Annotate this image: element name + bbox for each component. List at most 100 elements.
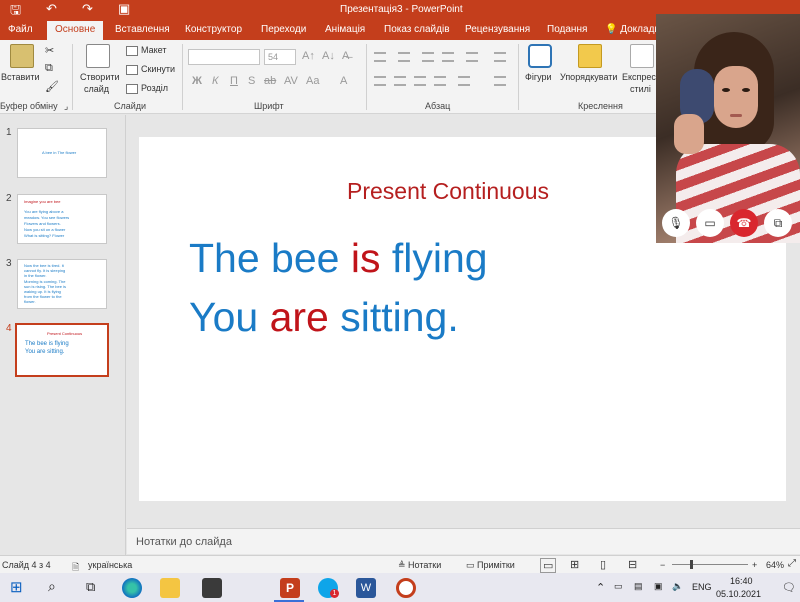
justify-icon[interactable] xyxy=(434,76,446,86)
word-icon[interactable]: W xyxy=(356,578,376,598)
slide-line-2[interactable]: You are sitting. xyxy=(189,294,459,341)
underline-button[interactable]: П xyxy=(230,75,238,87)
layout-button[interactable]: Макет xyxy=(141,45,166,55)
tab-view[interactable]: Подання xyxy=(547,24,587,35)
edge-browser-icon[interactable] xyxy=(122,578,142,598)
slide-thumbnail-2[interactable]: Imagine you are bee You are flying above… xyxy=(17,194,107,244)
align-center-icon[interactable] xyxy=(394,76,406,86)
reset-icon[interactable] xyxy=(126,65,138,75)
slide-thumbnail-4[interactable]: Present Continuous The bee is flying You… xyxy=(15,323,109,377)
show-hidden-icons[interactable]: ⌃ xyxy=(596,581,605,594)
windows-start-icon[interactable]: ⊞ xyxy=(10,578,23,596)
columns-icon[interactable] xyxy=(458,76,470,86)
font-family-select[interactable] xyxy=(188,49,260,65)
notes-pane[interactable]: Нотатки до слайда xyxy=(127,528,800,554)
powerpoint-taskbar-icon[interactable]: P xyxy=(280,578,300,598)
slide-thumbnails-panel[interactable]: 1 A bee in The flower 2 Imagine you are … xyxy=(0,115,126,555)
notes-toggle-button[interactable]: ≜ Нотатки xyxy=(398,560,441,571)
app-circle-icon[interactable] xyxy=(396,578,416,598)
new-slide-button[interactable]: Створити xyxy=(80,72,120,82)
zoom-slider[interactable] xyxy=(672,564,748,565)
char-spacing-button[interactable]: AV xyxy=(284,75,298,87)
clear-formatting-icon[interactable]: A̶ xyxy=(342,50,349,62)
quick-styles-button-line2[interactable]: стилі xyxy=(630,84,651,94)
slide-thumbnail-3[interactable]: Now the bee is tired. It cannot fly. It … xyxy=(17,259,107,309)
line-spacing-icon[interactable] xyxy=(466,52,478,62)
microphone-icon[interactable]: 🎙 xyxy=(662,209,690,237)
tab-file[interactable]: Файл xyxy=(8,24,33,35)
change-case-button[interactable]: Aa xyxy=(306,75,319,87)
start-slideshow-icon[interactable]: ▣ xyxy=(118,1,130,17)
bold-button[interactable]: Ж xyxy=(192,75,202,87)
increase-indent-icon[interactable] xyxy=(442,52,454,62)
new-slide-button-line2[interactable]: слайд xyxy=(84,84,109,94)
zoom-level[interactable]: 64% xyxy=(766,560,784,570)
file-explorer-icon[interactable] xyxy=(160,578,180,598)
new-slide-icon[interactable] xyxy=(86,44,110,68)
format-painter-icon[interactable]: 🖌 xyxy=(45,80,59,93)
zoom-in-button[interactable]: + xyxy=(752,560,757,570)
tab-slideshow[interactable]: Показ слайдів xyxy=(384,24,450,35)
clock-date[interactable]: 05.10.2021 xyxy=(716,589,761,599)
task-view-icon[interactable]: ⧉ xyxy=(86,579,95,595)
reset-button[interactable]: Скинути xyxy=(141,64,175,74)
zoom-slider-thumb[interactable] xyxy=(690,560,693,569)
quick-styles-button[interactable]: Експрес xyxy=(622,72,656,82)
numbering-icon[interactable] xyxy=(398,52,410,62)
align-right-icon[interactable] xyxy=(414,76,426,86)
undo-icon[interactable]: ↶ xyxy=(46,1,57,17)
paste-icon[interactable] xyxy=(10,44,34,68)
align-left-icon[interactable] xyxy=(374,76,386,86)
slide-sorter-icon[interactable]: ⊞ xyxy=(570,558,579,571)
end-call-icon[interactable]: ☎ xyxy=(730,209,758,237)
align-text-icon[interactable] xyxy=(494,76,506,86)
redo-icon[interactable]: ↷ xyxy=(82,1,93,17)
media-app-icon[interactable] xyxy=(202,578,222,598)
shadow-button[interactable]: S xyxy=(248,75,255,87)
increase-font-icon[interactable]: A↑ xyxy=(302,50,315,62)
section-button[interactable]: Розділ xyxy=(141,83,168,93)
tab-transitions[interactable]: Переходи xyxy=(261,24,306,35)
section-icon[interactable] xyxy=(126,84,138,94)
quick-styles-icon[interactable] xyxy=(630,44,654,68)
copy-icon[interactable]: ⧉ xyxy=(45,62,53,75)
clock-time[interactable]: 16:40 xyxy=(730,576,753,586)
tab-design[interactable]: Конструктор xyxy=(185,24,242,35)
notifications-icon[interactable]: 🗨 xyxy=(782,581,796,594)
tab-tell-me[interactable]: 💡 Докладн xyxy=(605,24,660,35)
slide-line-1[interactable]: The bee is flying xyxy=(189,235,488,282)
comments-toggle-button[interactable]: ▭ Примітки xyxy=(466,560,515,571)
slide-thumbnail-1[interactable]: A bee in The flower xyxy=(17,128,107,178)
tab-insert[interactable]: Вставлення xyxy=(115,24,170,35)
cut-icon[interactable]: ✂ xyxy=(45,44,54,57)
arrange-icon[interactable] xyxy=(578,44,602,68)
tab-home[interactable]: Основне xyxy=(47,21,104,40)
camera-icon[interactable]: ▭ xyxy=(696,209,724,237)
search-icon[interactable]: ⌕ xyxy=(48,578,56,595)
battery-icon[interactable]: ▭ xyxy=(614,581,623,592)
arrange-button[interactable]: Упорядкувати xyxy=(560,72,617,82)
dialog-launcher-icon[interactable]: ⌟ xyxy=(64,101,68,112)
layout-icon[interactable] xyxy=(126,46,138,56)
text-direction-icon[interactable] xyxy=(494,52,506,62)
font-size-select[interactable]: 54 xyxy=(264,49,296,65)
volume-icon[interactable]: 🔈 xyxy=(672,581,683,592)
normal-view-icon[interactable]: ▭ xyxy=(540,558,557,573)
tab-review[interactable]: Рецензування xyxy=(465,24,530,35)
video-call-window[interactable]: 🎙 ▭ ☎ ⧉ xyxy=(656,14,800,243)
tab-animations[interactable]: Анімація xyxy=(325,24,365,35)
reading-view-icon[interactable]: ▯ xyxy=(600,558,606,571)
language-indicator[interactable]: українська xyxy=(88,560,132,570)
input-language[interactable]: ENG xyxy=(692,582,712,592)
bullets-icon[interactable] xyxy=(374,52,386,62)
decrease-indent-icon[interactable] xyxy=(422,52,434,62)
fit-slide-icon[interactable]: ⤢ xyxy=(788,558,796,569)
switch-window-icon[interactable]: ⧉ xyxy=(764,209,792,237)
display-icon[interactable]: ▣ xyxy=(654,581,663,592)
slide-title[interactable]: Present Continuous xyxy=(347,178,549,205)
network-icon[interactable]: ▤ xyxy=(634,581,643,592)
italic-button[interactable]: К xyxy=(212,75,218,87)
font-color-button[interactable]: A xyxy=(340,75,347,87)
shapes-icon[interactable] xyxy=(528,44,552,68)
slideshow-icon[interactable]: ⊟ xyxy=(628,558,637,571)
